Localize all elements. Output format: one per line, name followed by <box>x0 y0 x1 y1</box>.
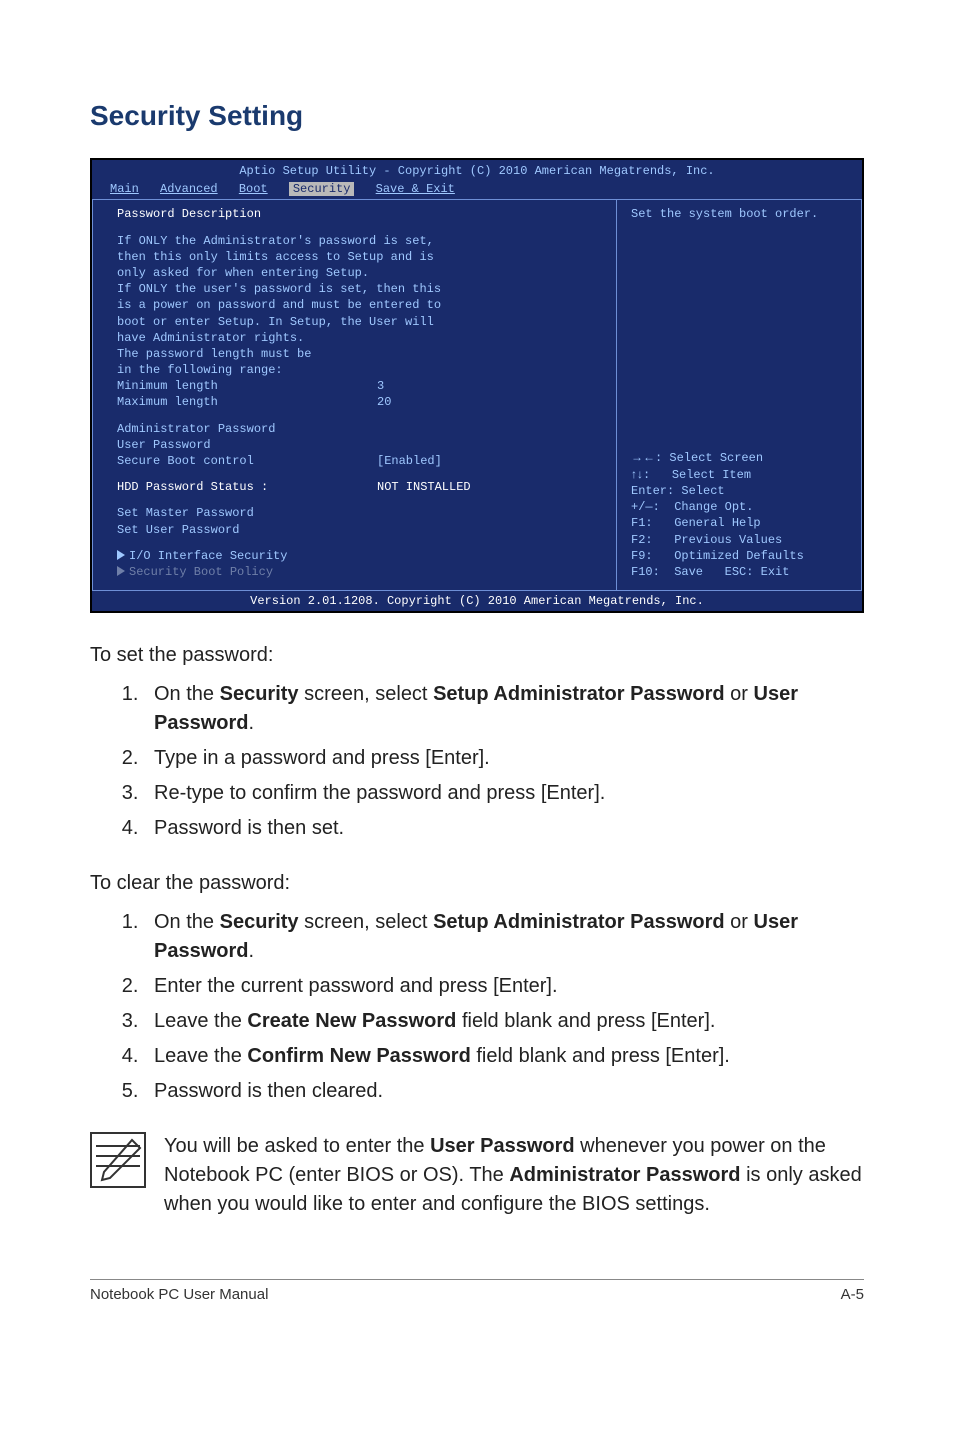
bios-tab-save-exit: Save & Exit <box>376 182 455 196</box>
bios-tab-main: Main <box>110 182 139 196</box>
bios-set-user-password: Set User Password <box>117 522 602 538</box>
bios-help-text: Set the system boot order. <box>631 206 851 222</box>
bios-key-select-screen: →←: Select Screen <box>631 449 851 466</box>
bios-desc-line: If ONLY the Administrator's password is … <box>117 233 602 249</box>
bios-desc-line: have Administrator rights. <box>117 330 602 346</box>
triangle-icon <box>117 566 125 576</box>
page-footer: Notebook PC User Manual A-5 <box>90 1279 864 1303</box>
footer-left: Notebook PC User Manual <box>90 1286 268 1303</box>
bios-pwd-desc-heading: Password Description <box>117 206 602 222</box>
bios-io-interface-security: I/O Interface Security <box>117 548 602 564</box>
bios-secure-boot-value: [Enabled] <box>377 453 442 469</box>
bios-desc-line: then this only limits access to Setup an… <box>117 249 602 265</box>
bios-min-length-label: Minimum length <box>117 378 377 394</box>
bios-desc-line: is a power on password and must be enter… <box>117 297 602 313</box>
triangle-icon <box>117 550 125 560</box>
set-step-1: On the Security screen, select Setup Adm… <box>144 680 864 738</box>
bios-tab-security: Security <box>289 182 355 196</box>
bios-key-change: +/—: Change Opt. <box>631 499 851 515</box>
section-title: Security Setting <box>90 100 864 132</box>
bios-desc-line: The password length must be <box>117 346 602 362</box>
clear-step-2: Enter the current password and press [En… <box>144 972 864 1001</box>
bios-header-title: Aptio Setup Utility - Copyright (C) 2010… <box>92 160 862 179</box>
set-step-3: Re-type to confirm the password and pres… <box>144 779 864 808</box>
bios-key-enter: Enter: Select <box>631 483 851 499</box>
bios-hdd-value: NOT INSTALLED <box>377 479 471 495</box>
bios-secure-boot-label: Secure Boot control <box>117 453 377 469</box>
bios-tabs: Main Advanced Boot Security Save & Exit <box>92 179 862 199</box>
bios-footer: Version 2.01.1208. Copyright (C) 2010 Am… <box>92 590 862 611</box>
set-password-heading: To set the password: <box>90 641 864 670</box>
bios-hdd-label: HDD Password Status : <box>117 479 377 495</box>
bios-key-f1: F1: General Help <box>631 515 851 531</box>
note-block: You will be asked to enter the User Pass… <box>90 1132 864 1219</box>
bios-user-password: User Password <box>117 437 602 453</box>
footer-right: A-5 <box>841 1286 864 1303</box>
clear-step-1: On the Security screen, select Setup Adm… <box>144 908 864 966</box>
bios-tab-advanced: Advanced <box>160 182 218 196</box>
note-text: You will be asked to enter the User Pass… <box>164 1132 864 1219</box>
set-step-4: Password is then set. <box>144 814 864 843</box>
bios-set-master-password: Set Master Password <box>117 505 602 521</box>
clear-step-4: Leave the Confirm New Password field bla… <box>144 1042 864 1071</box>
bios-max-length-value: 20 <box>377 394 391 410</box>
bios-desc-line: boot or enter Setup. In Setup, the User … <box>117 314 602 330</box>
bios-security-boot-policy: Security Boot Policy <box>117 564 602 580</box>
set-step-2: Type in a password and press [Enter]. <box>144 744 864 773</box>
set-password-steps: On the Security screen, select Setup Adm… <box>90 680 864 843</box>
bios-key-select-item: ↑↓: Select Item <box>631 466 851 483</box>
bios-min-length-value: 3 <box>377 378 384 394</box>
bios-left-pane: Password Description If ONLY the Adminis… <box>92 200 617 590</box>
clear-step-5: Password is then cleared. <box>144 1077 864 1106</box>
clear-password-heading: To clear the password: <box>90 869 864 898</box>
bios-desc-line: If ONLY the user's password is set, then… <box>117 281 602 297</box>
bios-key-f2: F2: Previous Values <box>631 532 851 548</box>
bios-key-f9: F9: Optimized Defaults <box>631 548 851 564</box>
bios-screenshot: Aptio Setup Utility - Copyright (C) 2010… <box>90 158 864 613</box>
clear-password-steps: On the Security screen, select Setup Adm… <box>90 908 864 1106</box>
bios-desc-line: in the following range: <box>117 362 602 378</box>
bios-desc-line: only asked for when entering Setup. <box>117 265 602 281</box>
note-icon <box>90 1132 146 1188</box>
bios-key-f10: F10: Save ESC: Exit <box>631 564 851 580</box>
bios-admin-password: Administrator Password <box>117 421 602 437</box>
bios-right-pane: Set the system boot order. →←: Select Sc… <box>617 200 862 590</box>
clear-step-3: Leave the Create New Password field blan… <box>144 1007 864 1036</box>
bios-tab-boot: Boot <box>239 182 268 196</box>
bios-max-length-label: Maximum length <box>117 394 377 410</box>
